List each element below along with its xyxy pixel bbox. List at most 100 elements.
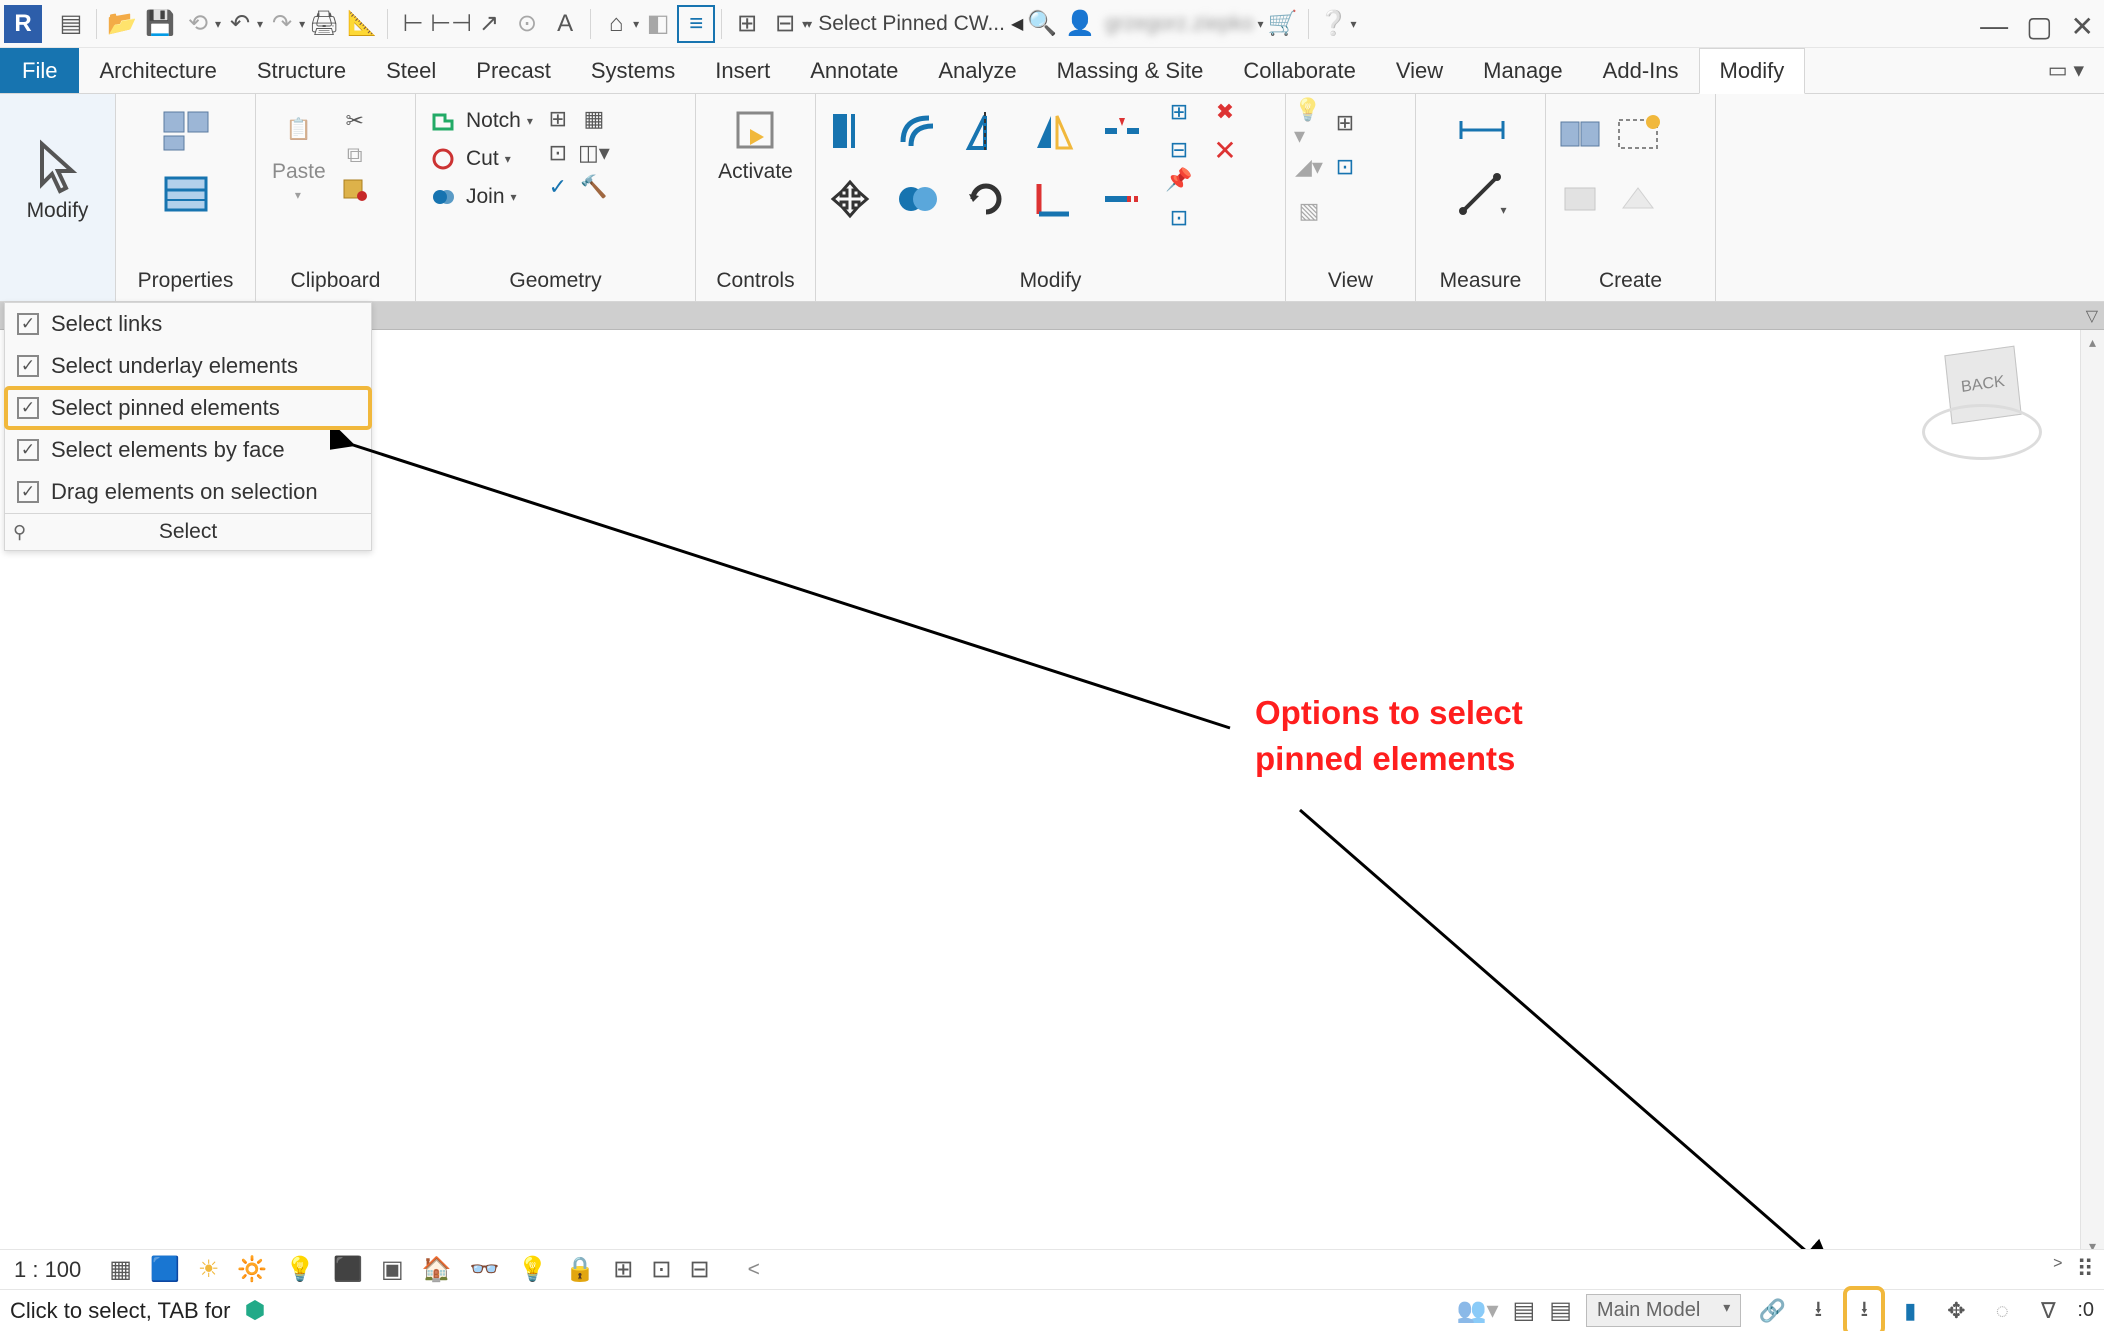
text-icon[interactable]: A	[548, 7, 582, 41]
tab-systems[interactable]: Systems	[571, 48, 695, 93]
mirror-axis-icon[interactable]	[960, 105, 1012, 157]
binoculars-icon[interactable]: 🔍	[1025, 7, 1059, 41]
geom-icon6[interactable]: 🔨	[579, 172, 609, 202]
create-assembly-icon[interactable]	[1612, 108, 1664, 160]
select-links-status-icon[interactable]: ⭳	[1801, 1292, 1835, 1330]
visual-style-icon[interactable]: 🟦	[150, 1255, 180, 1284]
sync-icon[interactable]: ⟲	[181, 7, 215, 41]
create-similar-icon[interactable]	[1554, 172, 1606, 224]
vertical-scrollbar[interactable]: ▴▾	[2080, 330, 2104, 1259]
geom-icon1[interactable]: ⊞	[543, 104, 573, 134]
switch-icon[interactable]: ⊟	[768, 7, 802, 41]
array-icon[interactable]: ⊞	[1164, 97, 1194, 127]
temp-hide-icon[interactable]: 👓	[470, 1255, 500, 1284]
tab-view[interactable]: View	[1376, 48, 1463, 93]
home-icon[interactable]: ▤	[54, 7, 88, 41]
tab-collaborate[interactable]: Collaborate	[1223, 48, 1376, 93]
filter-icon[interactable]: ∇	[2031, 1298, 2065, 1324]
view-icon1[interactable]: 💡▾	[1294, 108, 1324, 138]
select-face-status-icon[interactable]: ▮	[1893, 1298, 1927, 1324]
drag-elements-option[interactable]: ✓ Drag elements on selection	[5, 471, 371, 513]
background-status-icon[interactable]: ◌	[1985, 1298, 2019, 1324]
tab-annotate[interactable]: Annotate	[790, 48, 918, 93]
notch-button[interactable]: Notch ▾	[424, 104, 537, 138]
tab-analyze[interactable]: Analyze	[918, 48, 1036, 93]
detail-level-icon[interactable]: ▦	[109, 1255, 132, 1284]
shadows-icon[interactable]: 🔆	[237, 1255, 267, 1284]
crop-icon[interactable]: ⬛	[333, 1255, 363, 1284]
workset-combo[interactable]: Main Model	[1586, 1294, 1741, 1327]
nav-left-icon[interactable]: ◀	[1011, 14, 1023, 34]
drag-status-icon[interactable]: ✥	[1939, 1298, 1973, 1324]
linear-dim-icon[interactable]: ⊢⊣	[434, 7, 468, 41]
qat-customize[interactable]: ▾	[806, 17, 812, 31]
geom-icon2[interactable]: ⊡	[543, 138, 573, 168]
viewbar-menu-icon[interactable]: ⠿	[2076, 1255, 2094, 1284]
geom-icon4[interactable]: ▦	[579, 104, 609, 134]
file-tab[interactable]: File	[0, 48, 79, 93]
join-button[interactable]: Join ▾	[424, 180, 537, 214]
constraints-icon[interactable]: 🔒	[565, 1255, 595, 1284]
cut-icon[interactable]: ✂	[340, 106, 370, 136]
undo-icon[interactable]: ↶	[223, 7, 257, 41]
matchtype-icon[interactable]	[340, 174, 370, 204]
offset-icon[interactable]	[892, 105, 944, 157]
type-properties-icon[interactable]	[158, 106, 214, 160]
rotate-icon[interactable]	[960, 173, 1012, 225]
thinlines-icon[interactable]: ≡	[679, 7, 713, 41]
measure-tool-icon[interactable]: ▾	[1455, 168, 1507, 220]
tab-structure[interactable]: Structure	[237, 48, 366, 93]
paste-button[interactable]: 📋 Paste ▾	[264, 100, 334, 206]
array-icon2[interactable]: ⊟	[1164, 135, 1194, 165]
redo-icon[interactable]: ↷	[265, 7, 299, 41]
tab-architecture[interactable]: Architecture	[79, 48, 236, 93]
cart-icon[interactable]: 🛒	[1266, 7, 1300, 41]
tab-precast[interactable]: Precast	[456, 48, 571, 93]
aligned-dim-icon[interactable]: ⊢	[396, 7, 430, 41]
move-icon[interactable]	[824, 173, 876, 225]
mirror-draw-icon[interactable]	[1028, 105, 1080, 157]
close-views-icon[interactable]: ⊞	[730, 7, 764, 41]
tab-massing[interactable]: Massing & Site	[1037, 48, 1224, 93]
align-icon[interactable]	[824, 105, 876, 157]
sun-path-icon[interactable]: ☀	[198, 1255, 220, 1284]
expand-icon[interactable]: ▽	[2086, 306, 2098, 326]
save-icon[interactable]: 💾	[143, 7, 177, 41]
workset-icon[interactable]: 👥▾	[1457, 1296, 1499, 1325]
user-icon[interactable]: 👤	[1063, 7, 1097, 41]
link-status-icon[interactable]: 🔗	[1755, 1298, 1789, 1324]
design-options-icon[interactable]: ▤	[1549, 1296, 1572, 1325]
measure-icon[interactable]: 📐	[345, 7, 379, 41]
extend-icon[interactable]	[1096, 173, 1148, 225]
cut-button[interactable]: Cut ▾	[424, 142, 537, 176]
create-parts-icon[interactable]	[1612, 172, 1664, 224]
close-icon[interactable]: ✕	[2071, 10, 2094, 43]
select-pinned-option[interactable]: ✓ Select pinned elements	[5, 387, 371, 429]
activate-button[interactable]: Activate	[710, 100, 801, 188]
view-icon2[interactable]: ◢▾	[1294, 152, 1324, 182]
spot-icon[interactable]: ⊙	[510, 7, 544, 41]
create-group-icon[interactable]	[1554, 108, 1606, 160]
default3d-icon[interactable]: ⌂	[599, 7, 633, 41]
scale-icon[interactable]: ⊡	[1164, 203, 1194, 233]
tab-steel[interactable]: Steel	[366, 48, 456, 93]
tab-manage[interactable]: Manage	[1463, 48, 1583, 93]
analytical-icon[interactable]: ⊡	[651, 1255, 671, 1284]
ribbon-collapse[interactable]: ▭ ▾	[2028, 48, 2104, 93]
copy-icon[interactable]: ⧉	[340, 140, 370, 170]
help-icon[interactable]: ❔	[1317, 7, 1351, 41]
modify-tool-button[interactable]: Modify	[19, 139, 97, 227]
unpin-icon[interactable]: ✖	[1210, 97, 1240, 127]
select-pinned-status-icon[interactable]: ⭳	[1847, 1290, 1881, 1331]
view-cube[interactable]: BACK	[1908, 340, 2048, 480]
geom-icon3[interactable]: ✓	[543, 172, 573, 202]
crop-region-icon[interactable]: ▣	[381, 1255, 404, 1284]
scroll-right-icon[interactable]: >	[2053, 1255, 2062, 1284]
tab-addins[interactable]: Add-Ins	[1583, 48, 1699, 93]
editable-only-icon[interactable]: ▤	[1513, 1296, 1536, 1325]
copy-icon2[interactable]	[892, 173, 944, 225]
minimize-icon[interactable]: —	[1980, 10, 2008, 43]
restore-icon[interactable]: ▢	[2026, 10, 2052, 43]
trim-icon[interactable]	[1028, 173, 1080, 225]
delete-icon[interactable]: ✕	[1210, 135, 1240, 165]
